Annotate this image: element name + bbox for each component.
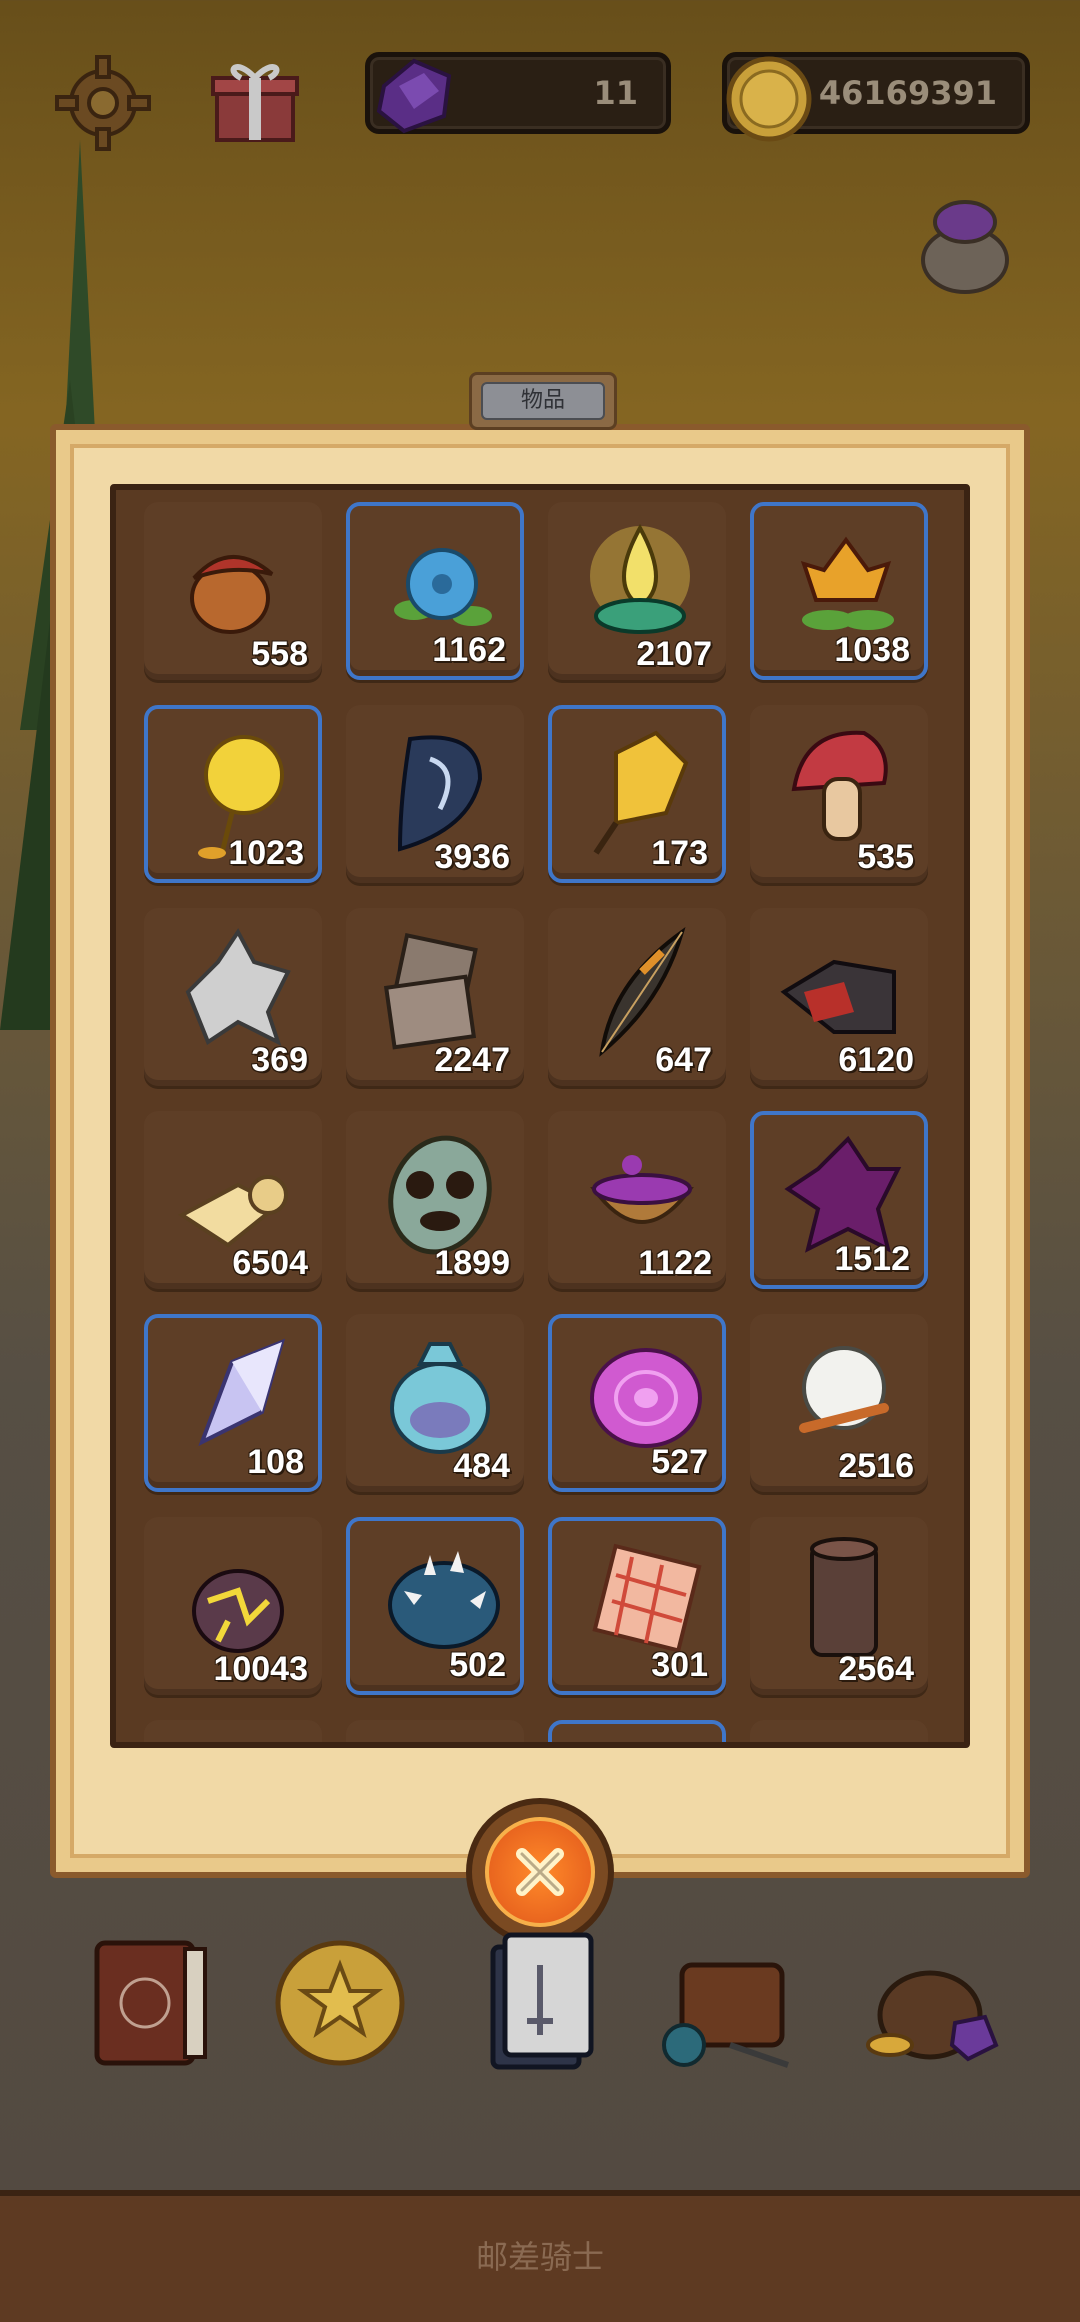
acorn-icon bbox=[190, 555, 274, 634]
item-count: 502 bbox=[449, 1646, 506, 1684]
inventory-slot[interactable]: 108 bbox=[144, 1314, 322, 1492]
item-count: 6504 bbox=[232, 1244, 308, 1282]
inventory-slot[interactable]: 2564 bbox=[750, 1517, 928, 1695]
book-icon[interactable] bbox=[75, 1925, 225, 2075]
item-count: 1038 bbox=[834, 631, 910, 669]
item-count: 2564 bbox=[838, 1650, 914, 1688]
turtle-shell-icon bbox=[388, 1135, 492, 1255]
magic-pouch-icon[interactable] bbox=[910, 190, 1020, 300]
item-count: 1512 bbox=[834, 1240, 910, 1278]
inventory-slot[interactable]: 1162 bbox=[346, 502, 524, 680]
item-count: 10043 bbox=[213, 1650, 308, 1688]
red-cloth-icon bbox=[780, 959, 896, 1034]
panel-title: 物品 bbox=[481, 382, 605, 420]
coin-count: 46169391 bbox=[818, 74, 997, 112]
dark-leaf-icon bbox=[397, 735, 483, 852]
gem-counter: 11 bbox=[365, 52, 671, 134]
inventory-slot[interactable]: 527 bbox=[548, 1314, 726, 1492]
inventory-slot[interactable]: 173 bbox=[548, 705, 726, 883]
item-count: 558 bbox=[251, 635, 308, 673]
treasure-sack-icon[interactable] bbox=[860, 1925, 1010, 2075]
inventory-slot[interactable]: 2516 bbox=[750, 1314, 928, 1492]
inventory-slot[interactable]: 1023 bbox=[144, 705, 322, 883]
gear-icon bbox=[55, 55, 151, 151]
item-count: 535 bbox=[857, 838, 914, 876]
inventory-slot[interactable]: 535 bbox=[750, 705, 928, 883]
parchment-icon bbox=[178, 1175, 288, 1248]
star-coin-icon[interactable] bbox=[265, 1925, 415, 2075]
item-count: 1162 bbox=[432, 631, 506, 669]
item-count: 2516 bbox=[838, 1447, 914, 1485]
item-count: 3936 bbox=[434, 838, 510, 876]
grey-pelt-icon bbox=[185, 928, 291, 1046]
inventory-slot[interactable]: 369 bbox=[144, 908, 322, 1086]
item-grid: 558 1162 2107 1038 1023 3936 173 535 369 2247 647 6… bbox=[110, 484, 970, 1748]
inventory-slot-partial[interactable] bbox=[346, 1720, 524, 1742]
close-icon bbox=[516, 1848, 564, 1896]
item-count: 301 bbox=[651, 1646, 708, 1684]
lava-stone-icon bbox=[192, 1569, 284, 1653]
inventory-slot[interactable]: 1122 bbox=[548, 1111, 726, 1289]
potion-bowl-icon bbox=[590, 1155, 694, 1224]
wood-log-icon bbox=[810, 1537, 878, 1657]
item-count: 647 bbox=[655, 1041, 712, 1079]
inventory-slot[interactable]: 1038 bbox=[750, 502, 928, 680]
item-count: 108 bbox=[247, 1443, 304, 1481]
item-count: 369 bbox=[251, 1041, 308, 1079]
inventory-slot[interactable]: 301 bbox=[548, 1517, 726, 1695]
inventory-slot-partial[interactable] bbox=[750, 1720, 928, 1742]
mushroom-icon bbox=[791, 730, 888, 841]
item-count: 527 bbox=[651, 1443, 708, 1481]
item-count: 173 bbox=[651, 834, 708, 872]
card-deck-icon[interactable] bbox=[465, 1925, 615, 2075]
item-count: 2247 bbox=[434, 1041, 510, 1079]
inventory-slot-partial[interactable] bbox=[548, 1720, 726, 1742]
blue-pouch-icon bbox=[390, 1342, 490, 1454]
inventory-slot[interactable]: 484 bbox=[346, 1314, 524, 1492]
inventory-slot[interactable]: 2107 bbox=[548, 502, 726, 680]
item-count: 6120 bbox=[838, 1041, 914, 1079]
panel-title-tab: 物品 bbox=[469, 372, 617, 430]
game-title: 邮差骑士 bbox=[475, 2238, 604, 2276]
inventory-slot[interactable]: 6120 bbox=[750, 908, 928, 1086]
item-count: 1023 bbox=[228, 834, 304, 872]
inventory-slot-partial[interactable] bbox=[144, 1720, 322, 1742]
cloth-scraps-icon bbox=[383, 933, 478, 1050]
fluff-icon bbox=[799, 1346, 889, 1433]
coin-icon bbox=[726, 56, 812, 142]
adventurer-bag-icon[interactable] bbox=[660, 1925, 810, 2075]
glowing-lotus-icon bbox=[590, 523, 690, 634]
settings-button[interactable] bbox=[50, 50, 156, 156]
feather-icon bbox=[599, 927, 686, 1057]
gem-count: 11 bbox=[593, 74, 638, 112]
item-count: 484 bbox=[453, 1447, 510, 1485]
inventory-slot[interactable]: 1512 bbox=[750, 1111, 928, 1289]
close-button[interactable] bbox=[466, 1798, 614, 1946]
inventory-slot[interactable]: 10043 bbox=[144, 1517, 322, 1695]
inventory-slot[interactable]: 1899 bbox=[346, 1111, 524, 1289]
inventory-slot[interactable]: 647 bbox=[548, 908, 726, 1086]
coin-counter: 46169391 bbox=[722, 52, 1030, 142]
gift-icon bbox=[211, 64, 299, 142]
gem-icon bbox=[376, 58, 452, 134]
item-count: 1122 bbox=[638, 1244, 712, 1282]
gift-button[interactable] bbox=[205, 50, 305, 150]
item-count: 1899 bbox=[434, 1244, 510, 1282]
inventory-slot[interactable]: 3936 bbox=[346, 705, 524, 883]
inventory-slot[interactable]: 502 bbox=[346, 1517, 524, 1695]
item-count: 2107 bbox=[636, 635, 712, 673]
inventory-slot[interactable]: 558 bbox=[144, 502, 322, 680]
inventory-slot[interactable]: 2247 bbox=[346, 908, 524, 1086]
inventory-slot[interactable]: 6504 bbox=[144, 1111, 322, 1289]
